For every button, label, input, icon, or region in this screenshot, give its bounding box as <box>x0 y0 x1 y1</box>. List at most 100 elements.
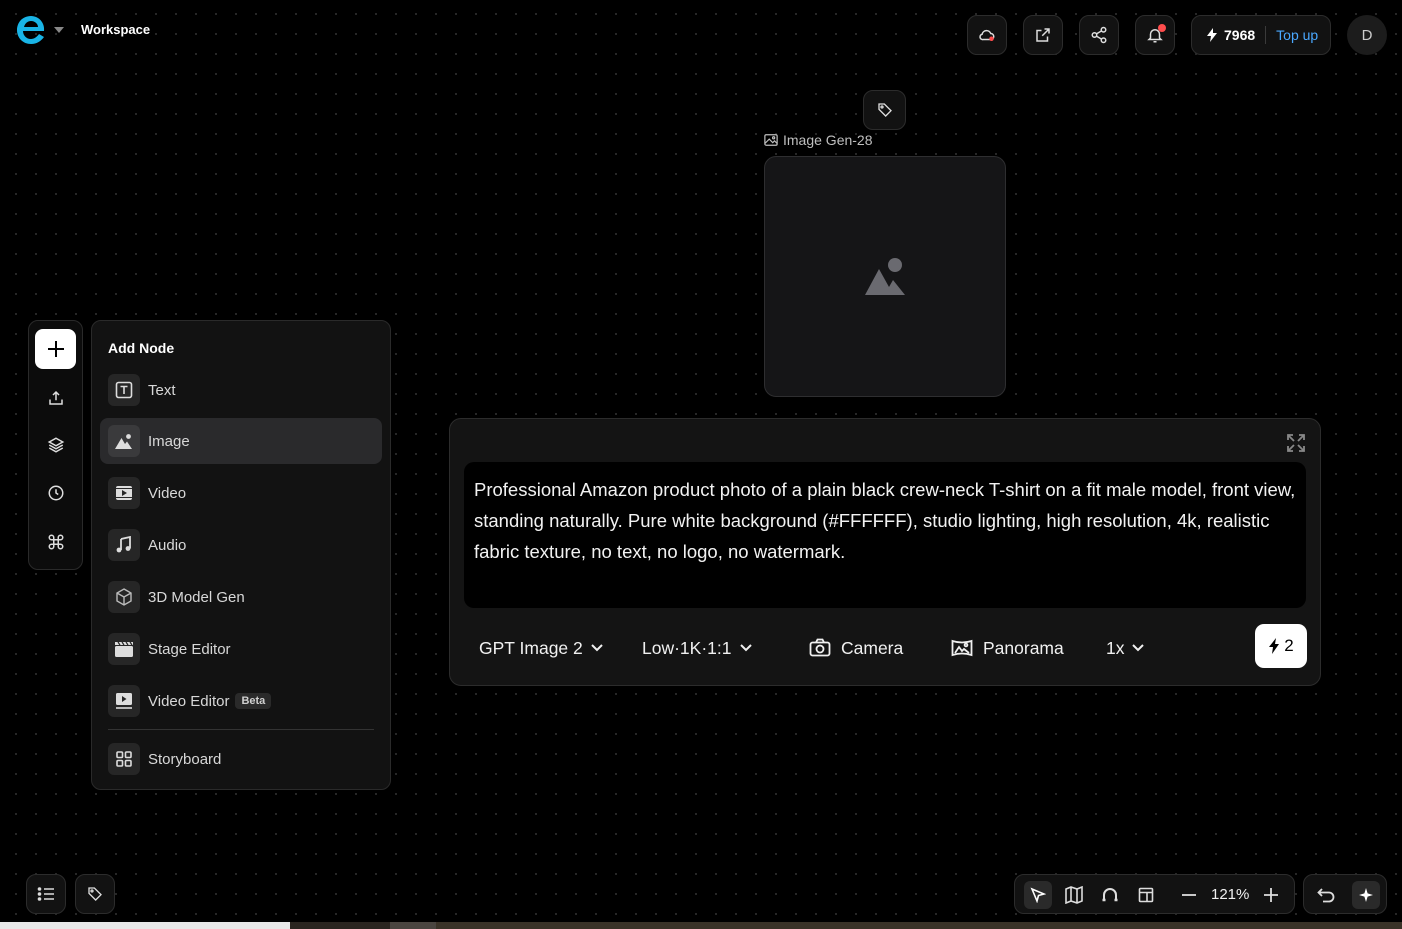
zoom-in-button[interactable] <box>1257 881 1285 909</box>
workspace-title[interactable]: Workspace <box>81 22 150 37</box>
prompt-panel: Professional Amazon product photo of a p… <box>449 418 1321 686</box>
panorama-icon <box>943 638 973 658</box>
beta-badge: Beta <box>235 693 272 709</box>
layout-tool[interactable] <box>1132 881 1160 909</box>
outline-button[interactable] <box>26 874 66 914</box>
node-item-text[interactable]: Text <box>100 367 382 413</box>
video-icon <box>108 477 140 509</box>
layers-icon[interactable] <box>46 435 66 455</box>
video-editor-icon <box>108 685 140 717</box>
node-item-label: Stage Editor <box>148 640 231 658</box>
camera-label: Camera <box>841 637 904 658</box>
grid-icon <box>108 743 140 775</box>
open-external-button[interactable] <box>1023 15 1063 55</box>
add-node-title: Add Node <box>108 340 175 356</box>
text-icon <box>108 374 140 406</box>
camera-button[interactable]: Camera <box>801 635 903 661</box>
bolt-icon <box>1268 638 1284 654</box>
image-node-title: Image Gen-28 <box>783 132 873 148</box>
share-icon <box>1090 26 1108 44</box>
node-item-label: Audio <box>148 536 187 554</box>
plus-icon <box>47 340 65 358</box>
image-placeholder-icon <box>863 257 907 297</box>
node-item-storyboard[interactable]: Storyboard <box>100 736 382 782</box>
cursor-icon <box>1030 887 1046 903</box>
map-tool[interactable] <box>1060 881 1088 909</box>
tag-button[interactable] <box>863 90 906 130</box>
magnet-icon <box>1101 886 1119 904</box>
bolt-icon <box>1206 28 1218 42</box>
chevron-down-icon[interactable] <box>54 27 64 33</box>
ai-assist-button[interactable] <box>1352 881 1380 909</box>
zoom-out-button[interactable] <box>1175 881 1203 909</box>
credits-count: 7968 <box>1224 27 1256 43</box>
clapperboard-icon <box>108 633 140 665</box>
plus-icon <box>1263 887 1279 903</box>
quality-select-label: Low·1K·1:1 <box>642 637 732 658</box>
node-item-video-editor[interactable]: Video Editor Beta <box>100 678 382 724</box>
divider <box>108 729 374 730</box>
avatar[interactable]: D <box>1347 15 1387 55</box>
node-item-video[interactable]: Video <box>100 470 382 516</box>
history-icon[interactable] <box>46 483 66 503</box>
node-item-label: Storyboard <box>148 750 222 768</box>
image-icon <box>764 133 783 147</box>
node-item-label: Text <box>148 381 176 399</box>
credits-panel: 7968 Top up <box>1191 15 1331 55</box>
camera-icon <box>801 638 831 658</box>
share-button[interactable] <box>1079 15 1119 55</box>
add-node-panel: Add Node Text Image Video Audio 3D Model… <box>91 320 391 790</box>
layout-icon <box>1138 887 1154 903</box>
notifications-button[interactable] <box>1135 15 1175 55</box>
divider <box>1265 26 1267 44</box>
music-note-icon <box>108 529 140 561</box>
notification-badge <box>1158 24 1166 32</box>
history-controls <box>1303 874 1387 914</box>
chevron-down-icon <box>583 644 603 652</box>
chevron-down-icon <box>1124 644 1145 652</box>
count-select-label: 1x <box>1106 637 1125 658</box>
app-logo[interactable] <box>16 14 46 46</box>
upload-icon[interactable] <box>46 388 66 408</box>
topup-link[interactable]: Top up <box>1276 27 1318 43</box>
canvas-toolbar: 121% <box>1014 874 1295 914</box>
open-external-icon <box>1034 26 1052 44</box>
model-select[interactable]: GPT Image 2 <box>479 635 603 661</box>
image-node-label[interactable]: Image Gen-28 <box>764 132 873 148</box>
command-icon[interactable] <box>46 532 66 552</box>
model-select-label: GPT Image 2 <box>479 637 583 658</box>
node-item-label: Image <box>148 432 190 450</box>
tag-button[interactable] <box>75 874 115 914</box>
node-item-stage-editor[interactable]: Stage Editor <box>100 626 382 672</box>
panorama-label: Panorama <box>983 637 1064 658</box>
list-icon <box>37 886 55 902</box>
tag-icon <box>87 886 103 902</box>
cube-icon <box>108 581 140 613</box>
map-icon <box>1065 886 1083 904</box>
minus-icon <box>1181 887 1197 903</box>
panorama-button[interactable]: Panorama <box>943 635 1064 661</box>
node-item-audio[interactable]: Audio <box>100 522 382 568</box>
generate-cost: 2 <box>1284 636 1294 655</box>
left-toolbar <box>28 320 83 570</box>
prompt-textarea[interactable]: Professional Amazon product photo of a p… <box>464 462 1306 608</box>
tag-icon <box>877 102 893 118</box>
add-node-button[interactable] <box>35 329 76 369</box>
magnet-tool[interactable] <box>1096 881 1124 909</box>
expand-icon[interactable] <box>1286 433 1306 453</box>
node-item-label: 3D Model Gen <box>148 588 245 606</box>
chevron-down-icon <box>732 644 752 652</box>
cloud-sync-icon <box>978 26 996 44</box>
undo-button[interactable] <box>1312 881 1340 909</box>
node-item-3d-model-gen[interactable]: 3D Model Gen <box>100 574 382 620</box>
sparkle-icon <box>1358 887 1374 903</box>
cloud-sync-button[interactable] <box>967 15 1007 55</box>
node-item-image[interactable]: Image <box>100 418 382 464</box>
image-node-preview[interactable] <box>764 156 1006 397</box>
undo-icon <box>1317 887 1335 903</box>
select-tool[interactable] <box>1024 881 1052 909</box>
count-select[interactable]: 1x <box>1106 635 1145 661</box>
zoom-level: 121% <box>1211 886 1250 903</box>
quality-select[interactable]: Low·1K·1:1 <box>642 635 752 661</box>
generate-button[interactable]: 2 <box>1255 624 1307 668</box>
